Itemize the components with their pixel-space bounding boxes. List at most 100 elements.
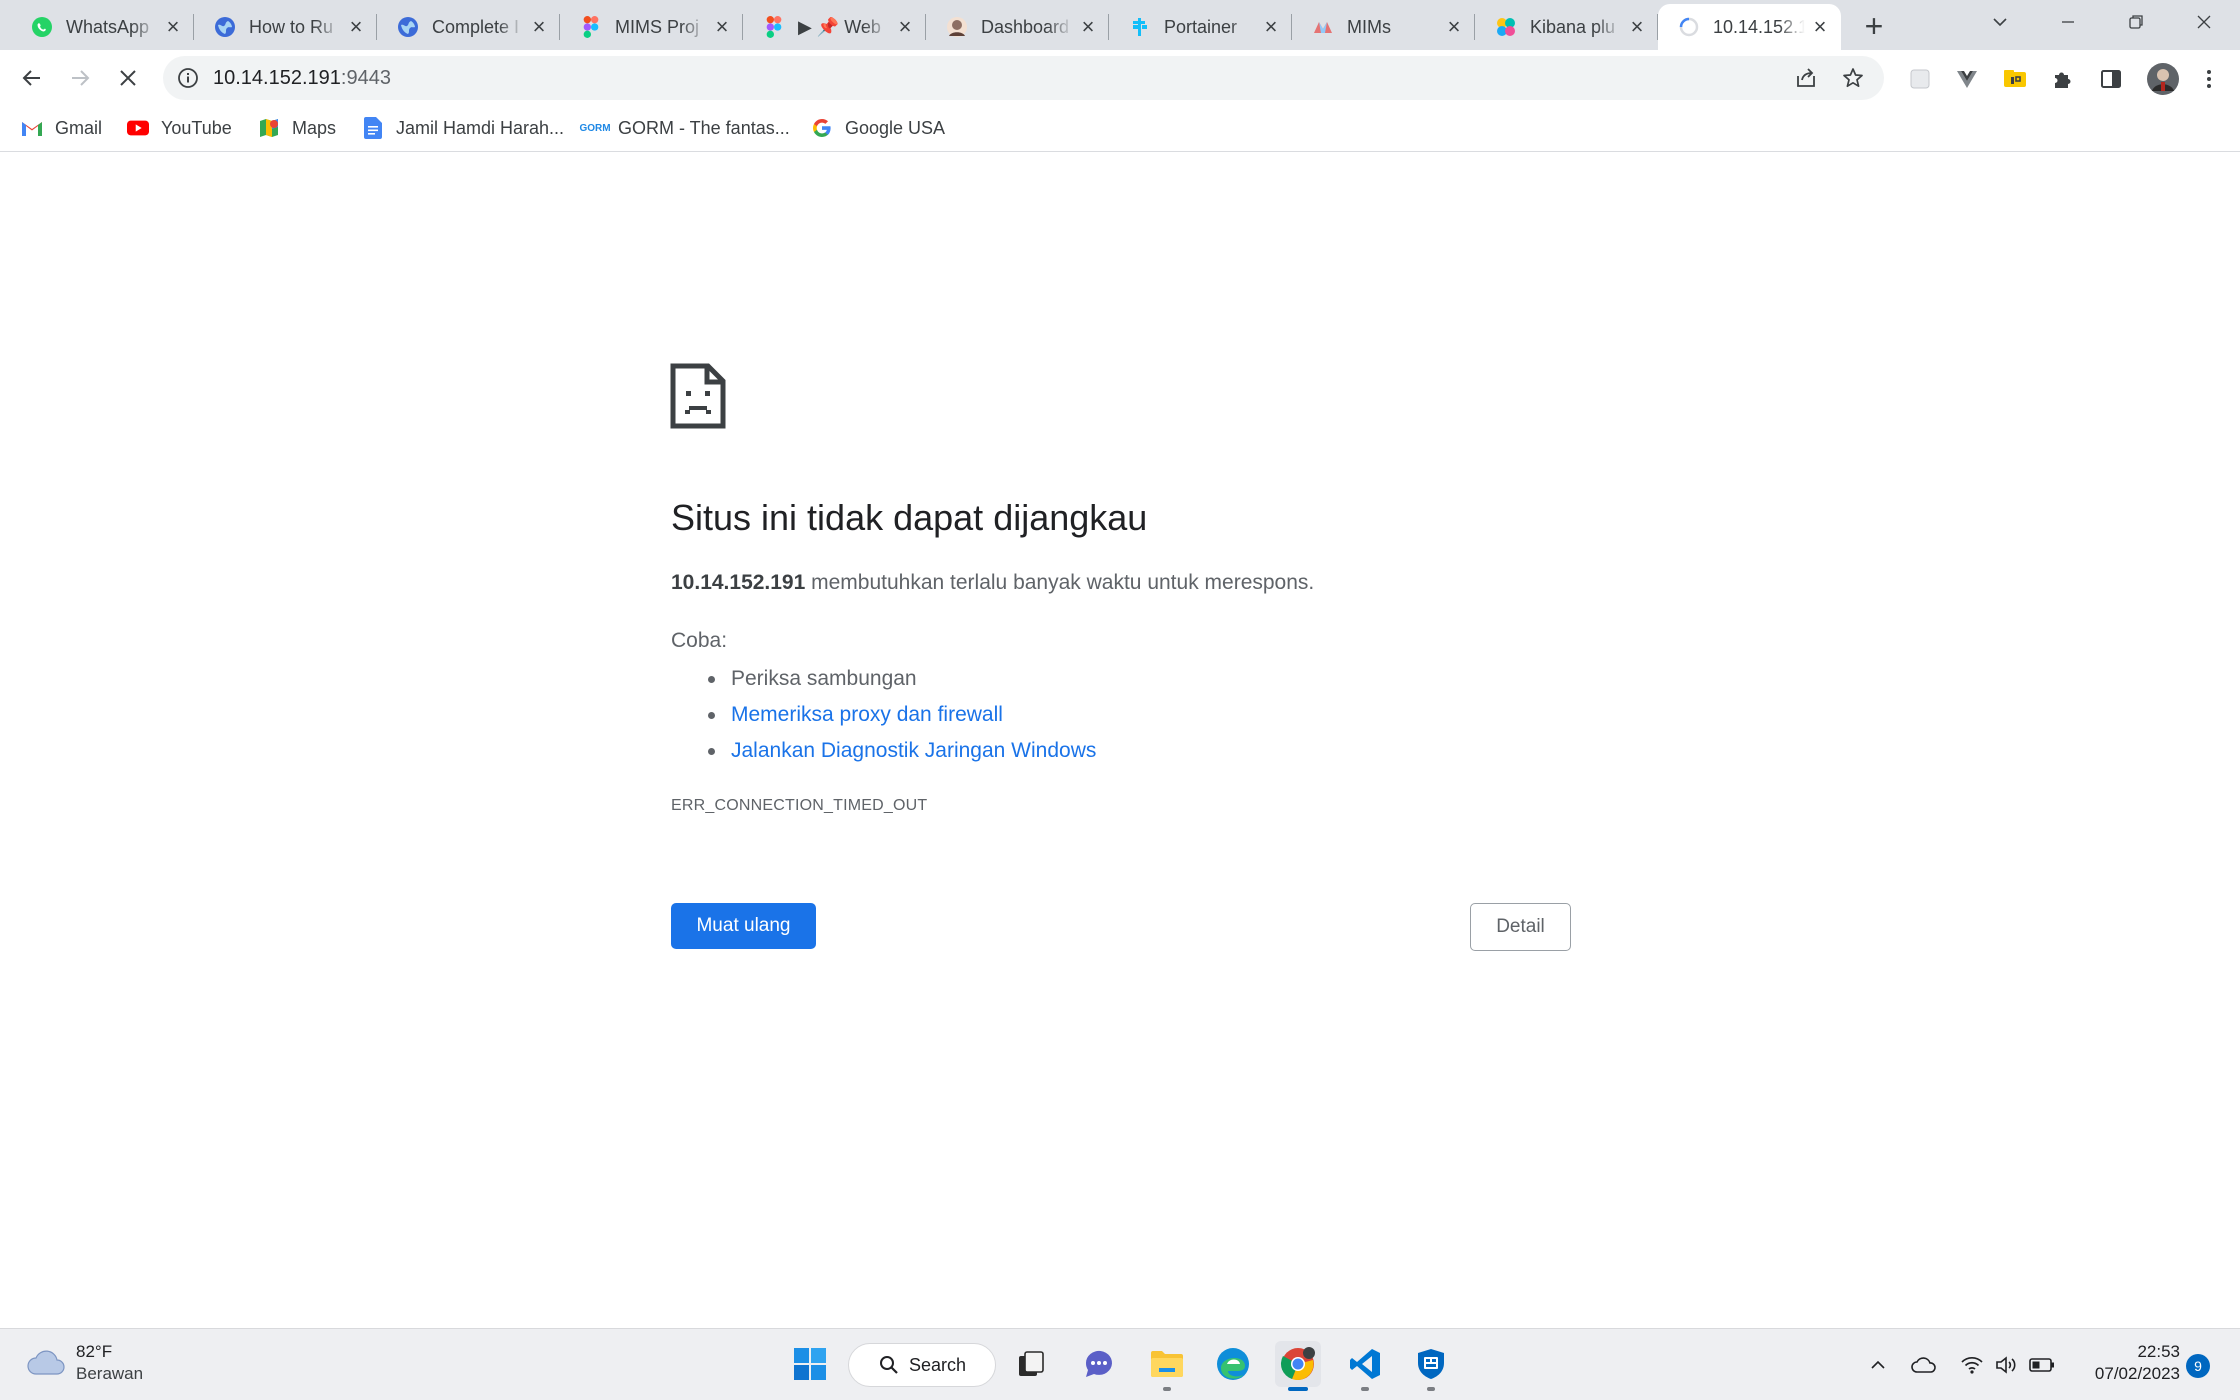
chrome-button[interactable]: [1275, 1341, 1321, 1391]
bookmark-maps[interactable]: Maps: [258, 114, 336, 142]
edge-icon: [1217, 1348, 1249, 1380]
tab-web[interactable]: ▶ 📌 Web ×: [743, 4, 926, 50]
avatar-icon: [946, 16, 968, 38]
task-view-button[interactable]: [1008, 1341, 1054, 1387]
close-icon[interactable]: ×: [894, 14, 916, 39]
forward-button[interactable]: [60, 58, 100, 98]
tab-list: WhatsApp × How to Ru × Complete I × MIMS…: [11, 4, 1841, 50]
url-host: 10.14.152.191: [213, 67, 341, 89]
tab-search-button[interactable]: [1966, 0, 2034, 44]
minimize-button[interactable]: [2034, 0, 2102, 44]
system-clock[interactable]: 22:53 07/02/2023: [2070, 1341, 2180, 1385]
onedrive-button[interactable]: [1910, 1351, 1938, 1379]
url-text[interactable]: 10.14.152.191:9443: [213, 67, 391, 90]
globe-icon: [397, 16, 419, 38]
edge-button[interactable]: [1210, 1341, 1256, 1387]
folder-icon: [1151, 1351, 1183, 1377]
extensions-button[interactable]: [2050, 66, 2076, 92]
profile-button[interactable]: [2146, 62, 2180, 96]
info-icon[interactable]: [177, 67, 199, 89]
details-button[interactable]: Detail: [1470, 903, 1571, 951]
tab-title: Dashboard: [981, 16, 1070, 37]
bookmark-label: GORM - The fantas...: [618, 117, 790, 138]
close-icon[interactable]: ×: [1809, 14, 1831, 39]
close-icon[interactable]: ×: [711, 14, 733, 39]
close-icon[interactable]: ×: [345, 14, 367, 39]
speaker-icon: [1996, 1356, 2016, 1374]
chrome-menu-button[interactable]: [2196, 66, 2222, 92]
puzzle-icon: [2055, 72, 2071, 88]
close-window-button[interactable]: [2170, 0, 2238, 44]
show-hidden-icons-button[interactable]: [1864, 1351, 1892, 1379]
error-code: ERR_CONNECTION_TIMED_OUT: [671, 797, 928, 814]
new-tab-button[interactable]: +: [1856, 8, 1892, 44]
security-app-button[interactable]: [1408, 1341, 1454, 1391]
active-indicator: [1288, 1387, 1308, 1391]
teams-chat-button[interactable]: [1076, 1341, 1122, 1387]
tab-title: How to Ru: [249, 16, 334, 37]
tab-how-to[interactable]: How to Ru ×: [194, 4, 377, 50]
file-explorer-button[interactable]: [1144, 1341, 1190, 1391]
bookmark-youtube[interactable]: YouTube: [127, 114, 232, 142]
extension-placeholder-button[interactable]: [1907, 66, 1933, 92]
suggestion-list: Periksa sambungan Memeriksa proxy dan fi…: [671, 661, 1096, 769]
close-icon[interactable]: ×: [1077, 14, 1099, 39]
error-message-text: membutuhkan terlalu banyak waktu untuk m…: [805, 571, 1315, 594]
tab-title: Kibana plu: [1530, 16, 1616, 37]
tab-dashboard[interactable]: Dashboard ×: [926, 4, 1109, 50]
address-bar[interactable]: 10.14.152.191:9443: [163, 56, 1884, 100]
figma-icon: [580, 16, 602, 38]
suggestion-text: Periksa sambungan: [731, 667, 917, 690]
whatsapp-icon: [31, 16, 53, 38]
notification-badge[interactable]: 9: [2186, 1354, 2210, 1378]
tab-kibana[interactable]: Kibana plu ×: [1475, 4, 1658, 50]
back-button[interactable]: [12, 58, 52, 98]
bookmark-label: Maps: [292, 117, 337, 138]
share-button[interactable]: [1793, 65, 1819, 91]
tab-portainer[interactable]: Portainer ×: [1109, 4, 1292, 50]
start-button[interactable]: [787, 1341, 833, 1387]
tab-title: ▶ 📌 Web: [798, 16, 881, 37]
check-proxy-link[interactable]: Memeriksa proxy dan firewall: [731, 703, 1003, 726]
close-icon[interactable]: ×: [528, 14, 550, 39]
clock-date: 07/02/2023: [2094, 1364, 2180, 1383]
bookmark-gmail[interactable]: Gmail: [21, 114, 102, 142]
bookmark-star-button[interactable]: [1840, 65, 1866, 91]
youtube-icon: [127, 117, 149, 139]
taskbar-search[interactable]: Search: [848, 1343, 996, 1387]
reload-button[interactable]: Muat ulang: [671, 903, 816, 949]
battery-button[interactable]: [2028, 1351, 2056, 1379]
wifi-button[interactable]: [1958, 1351, 1986, 1379]
portainer-icon: [1129, 16, 1151, 38]
stop-loading-button[interactable]: [108, 58, 148, 98]
restore-button[interactable]: [2102, 0, 2170, 44]
vuejs-devtools-button[interactable]: [1954, 66, 1980, 92]
search-icon: [880, 1356, 898, 1374]
tab-whatsapp[interactable]: WhatsApp ×: [11, 4, 194, 50]
windows-icon: [794, 1348, 826, 1380]
vscode-button[interactable]: [1342, 1341, 1388, 1391]
tab-active-10-14-152-191[interactable]: 10.14.152.1 ×: [1658, 4, 1841, 50]
tab-mims[interactable]: MIMs ×: [1292, 4, 1475, 50]
tab-complete[interactable]: Complete I ×: [377, 4, 560, 50]
tab-mims-project[interactable]: MIMS Proj ×: [560, 4, 743, 50]
close-icon: [2197, 15, 2211, 29]
close-icon[interactable]: ×: [1443, 14, 1465, 39]
shield-icon: [1418, 1349, 1444, 1379]
browser-toolbar: 10.14.152.191:9443: [0, 50, 2240, 106]
google-icon: [811, 117, 833, 139]
bookmark-google-doc[interactable]: Jamil Hamdi Harah...: [362, 114, 564, 142]
extension-folder-button[interactable]: [2002, 66, 2028, 92]
volume-button[interactable]: [1992, 1351, 2020, 1379]
close-icon[interactable]: ×: [162, 14, 184, 39]
network-diagnostics-link[interactable]: Jalankan Diagnostik Jaringan Windows: [731, 739, 1096, 762]
close-icon[interactable]: ×: [1260, 14, 1282, 39]
vscode-icon: [1350, 1349, 1380, 1379]
weather-temperature: 82°F: [76, 1342, 113, 1361]
running-indicator: [1427, 1387, 1435, 1391]
side-panel-button[interactable]: [2098, 66, 2124, 92]
bookmark-google-usa[interactable]: Google USA: [811, 114, 945, 142]
close-icon[interactable]: ×: [1626, 14, 1648, 39]
weather-widget[interactable]: 82°F Berawan: [26, 1341, 143, 1385]
bookmark-gorm[interactable]: GORM GORM - The fantas...: [579, 114, 790, 142]
